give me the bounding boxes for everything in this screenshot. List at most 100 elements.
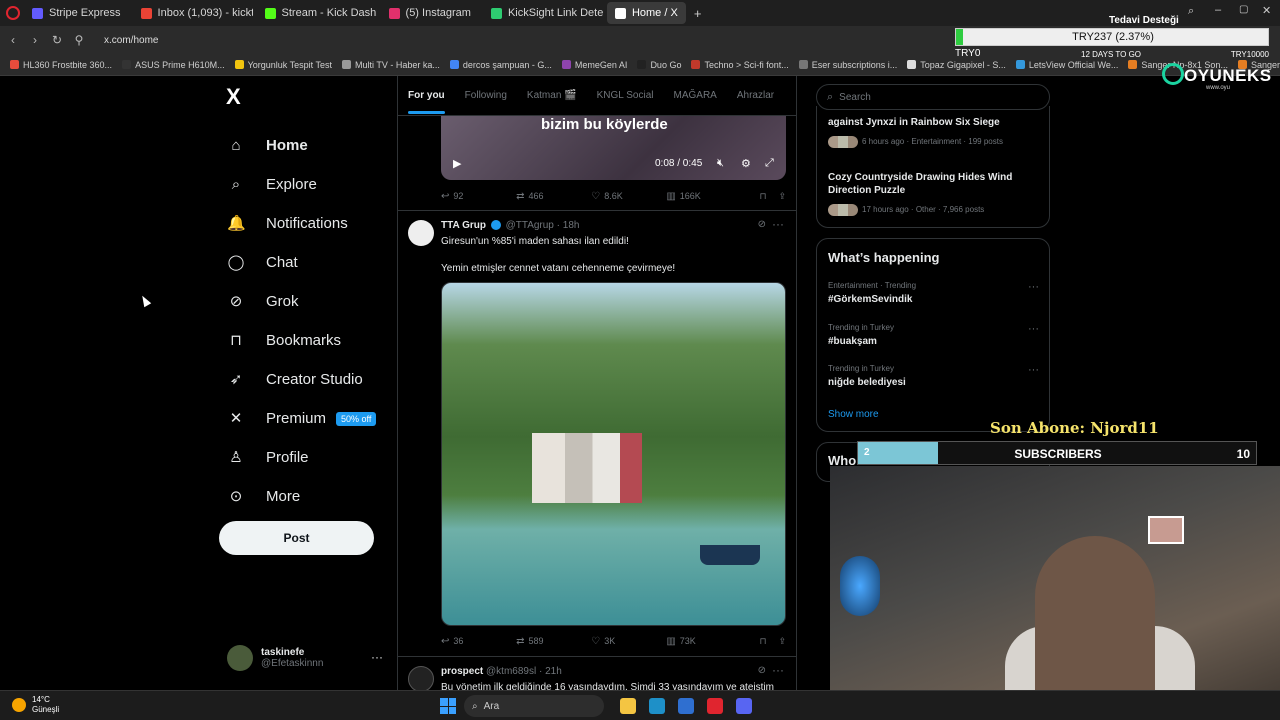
bookmark-item[interactable]: Duo Go [637, 60, 681, 70]
browser-tab[interactable]: KickSight Link Detector [483, 2, 603, 24]
feed-tab[interactable]: Ahrazlar [727, 76, 784, 116]
bookmark-item[interactable]: ASUS Prime H610M... [122, 60, 225, 70]
trend-tag[interactable]: niğde belediyesi [828, 377, 906, 388]
nav-grok[interactable]: ⊘ Grok [218, 282, 388, 321]
mute-icon[interactable]: 🔇︎ [717, 157, 724, 170]
grok-explain-icon[interactable]: ⊘ [758, 219, 766, 230]
views-action[interactable]: ▥ 73K [666, 636, 741, 647]
weather-widget[interactable]: 14°C Güneşli [12, 695, 59, 715]
trend-more-icon[interactable]: ··· [1028, 364, 1039, 376]
edge-icon[interactable] [649, 698, 665, 714]
file-explorer-icon[interactable] [620, 698, 636, 714]
repost-action[interactable]: ⇄ 589 [516, 636, 591, 647]
settings-icon[interactable]: ⚙ [741, 157, 751, 170]
browser-tab[interactable]: Inbox (1,093) - kicktaskinefe@gm [133, 2, 253, 24]
taskbar-search[interactable]: ⌕ Ara [464, 695, 604, 717]
person-icon: ♙ [229, 448, 243, 466]
trend-tag[interactable]: #buakşam [828, 336, 877, 347]
play-icon[interactable]: ▶ [453, 157, 461, 170]
tweet-photo[interactable] [441, 282, 786, 626]
nav-label: Profile [266, 449, 309, 466]
like-action[interactable]: ♡ 8.6K [591, 191, 666, 202]
bookmark-icon[interactable]: ⊓ [759, 191, 766, 202]
bookmark-label: Yorgunluk Tespit Test [247, 59, 332, 70]
reply-action[interactable]: ↩ 92 [441, 191, 516, 202]
nav-list: ⌂ Home ⌕ Explore 🔔 Notifications ◯ Chat ⊘ Grok ⊓ Bo… [218, 126, 388, 516]
repost-action[interactable]: ⇄ 466 [516, 191, 591, 202]
bookmark-favicon-icon [691, 60, 701, 69]
post-button[interactable]: Post [219, 521, 374, 555]
discord-icon[interactable] [736, 698, 752, 714]
weather-temp: 14°C [32, 695, 50, 704]
browser-tab[interactable]: Stripe Express [24, 2, 129, 24]
nav-explore[interactable]: ⌕ Explore [218, 165, 388, 204]
bookmark-item[interactable]: Techno > Sci-fi font... [691, 60, 789, 70]
nav-profile[interactable]: ♙ Profile [218, 438, 388, 477]
opera-icon[interactable] [707, 698, 723, 714]
donation-min: TRY0 [955, 48, 981, 59]
grok-explain-icon[interactable]: ⊘ [758, 665, 766, 676]
webcam-light [840, 556, 880, 616]
trend-more-icon[interactable]: ··· [1028, 323, 1039, 335]
tweet-more-icon[interactable]: ··· [772, 663, 784, 677]
nav-chat[interactable]: ◯ Chat [218, 243, 388, 282]
tta-grup-avatar[interactable] [408, 220, 434, 246]
views-action[interactable]: ▥ 166K [666, 191, 741, 202]
browser-tab[interactable]: Stream - Kick Dashboard [257, 2, 377, 24]
account-more-icon[interactable]: ··· [371, 650, 383, 664]
bookmark-item[interactable]: Yorgunluk Tespit Test [234, 59, 332, 70]
bookmark-item[interactable]: dercos şampuan - G... [449, 60, 552, 70]
tweet-text-line2: Yemin etmişler cennet vatanı cehenneme ç… [441, 263, 676, 274]
mouse-cursor-icon [138, 293, 152, 308]
nav-more[interactable]: ⊙ More [218, 477, 388, 516]
nav-notifications[interactable]: 🔔 Notifications [218, 204, 388, 243]
reply-action[interactable]: ↩ 36 [441, 636, 516, 647]
feed-tab[interactable]: Following [455, 76, 517, 116]
nav-home[interactable]: ⌂ Home [218, 126, 388, 165]
site-info-icon[interactable]: ⚲ [68, 33, 90, 47]
feed-tab[interactable]: MAĞARA [664, 76, 727, 116]
fullscreen-icon[interactable]: ⤢ [765, 157, 774, 170]
feed-tab[interactable]: KNGL Social [587, 76, 664, 116]
trend-tag[interactable]: #GörkemSevindik [828, 294, 912, 305]
bookmark-icon[interactable]: ⊓ [759, 636, 766, 647]
share-icon[interactable]: ⇪ [778, 191, 786, 202]
show-more-link[interactable]: Show more [828, 409, 879, 420]
browser-tab[interactable]: Home / X [606, 2, 686, 24]
x-logo-icon[interactable]: X [226, 84, 388, 110]
reload-icon[interactable]: ↻ [46, 33, 68, 47]
tweet-handle[interactable]: @ktm689sl · 21h [486, 666, 562, 677]
opera-logo-icon[interactable] [6, 6, 20, 20]
tweet-handle[interactable]: @TTAgrup · 18h [506, 220, 580, 231]
windows-start-icon[interactable] [440, 698, 456, 714]
video-player[interactable]: bizim bu köylerde ▶ 0:08 / 0:45 🔇︎ ⚙ ⤢ [441, 116, 786, 180]
nav-bookmarks[interactable]: ⊓ Bookmarks [218, 321, 388, 360]
bookmark-item[interactable]: MemeGen AI [561, 60, 627, 70]
forward-icon[interactable]: › [24, 33, 46, 47]
tab-title: Inbox (1,093) - kicktaskinefe@gm [157, 7, 253, 19]
bookmark-item[interactable]: Eser subscriptions i... [798, 60, 897, 70]
new-tab-icon[interactable]: + [694, 6, 702, 21]
tweet-author-name[interactable]: prospect [441, 666, 483, 677]
nav-creator-studio[interactable]: ➶ Creator Studio [218, 360, 388, 399]
tweet-author-name[interactable]: TTA Grup [441, 220, 486, 231]
browser-tab[interactable]: (5) Instagram [381, 2, 479, 24]
bookmark-item[interactable]: HL360 Frostbite 360... [10, 60, 112, 70]
account-switcher[interactable]: taskinefe @Efetaskinnn [227, 643, 387, 673]
url-field[interactable]: x.com/home [104, 35, 158, 46]
trend-title[interactable]: against Jynxzi in Rainbow Six Siege [828, 116, 1038, 129]
share-icon[interactable]: ⇪ [778, 636, 786, 647]
tweet-more-icon[interactable]: ··· [772, 217, 784, 231]
bookmark-item[interactable]: Multi TV - Haber ka... [342, 60, 440, 70]
trend-title[interactable]: Cozy Countryside Drawing Hides Wind Dire… [828, 171, 1038, 197]
back-icon[interactable]: ‹ [2, 33, 24, 47]
store-icon[interactable] [678, 698, 694, 714]
feed-tab[interactable]: For you [398, 76, 455, 116]
trend-more-icon[interactable]: ··· [1028, 281, 1039, 293]
like-action[interactable]: ♡ 3K [591, 636, 666, 647]
tweet-prospect[interactable]: prospect @ktm689sl · 21h ⊘ ··· Bu yöneti… [398, 656, 796, 690]
feed-tab[interactable]: Katman 🎬 [517, 76, 587, 116]
home-icon: ⌂ [231, 136, 241, 154]
nav-premium[interactable]: ✕ Premium 50% off [218, 399, 388, 438]
prospect-avatar[interactable] [408, 666, 434, 690]
